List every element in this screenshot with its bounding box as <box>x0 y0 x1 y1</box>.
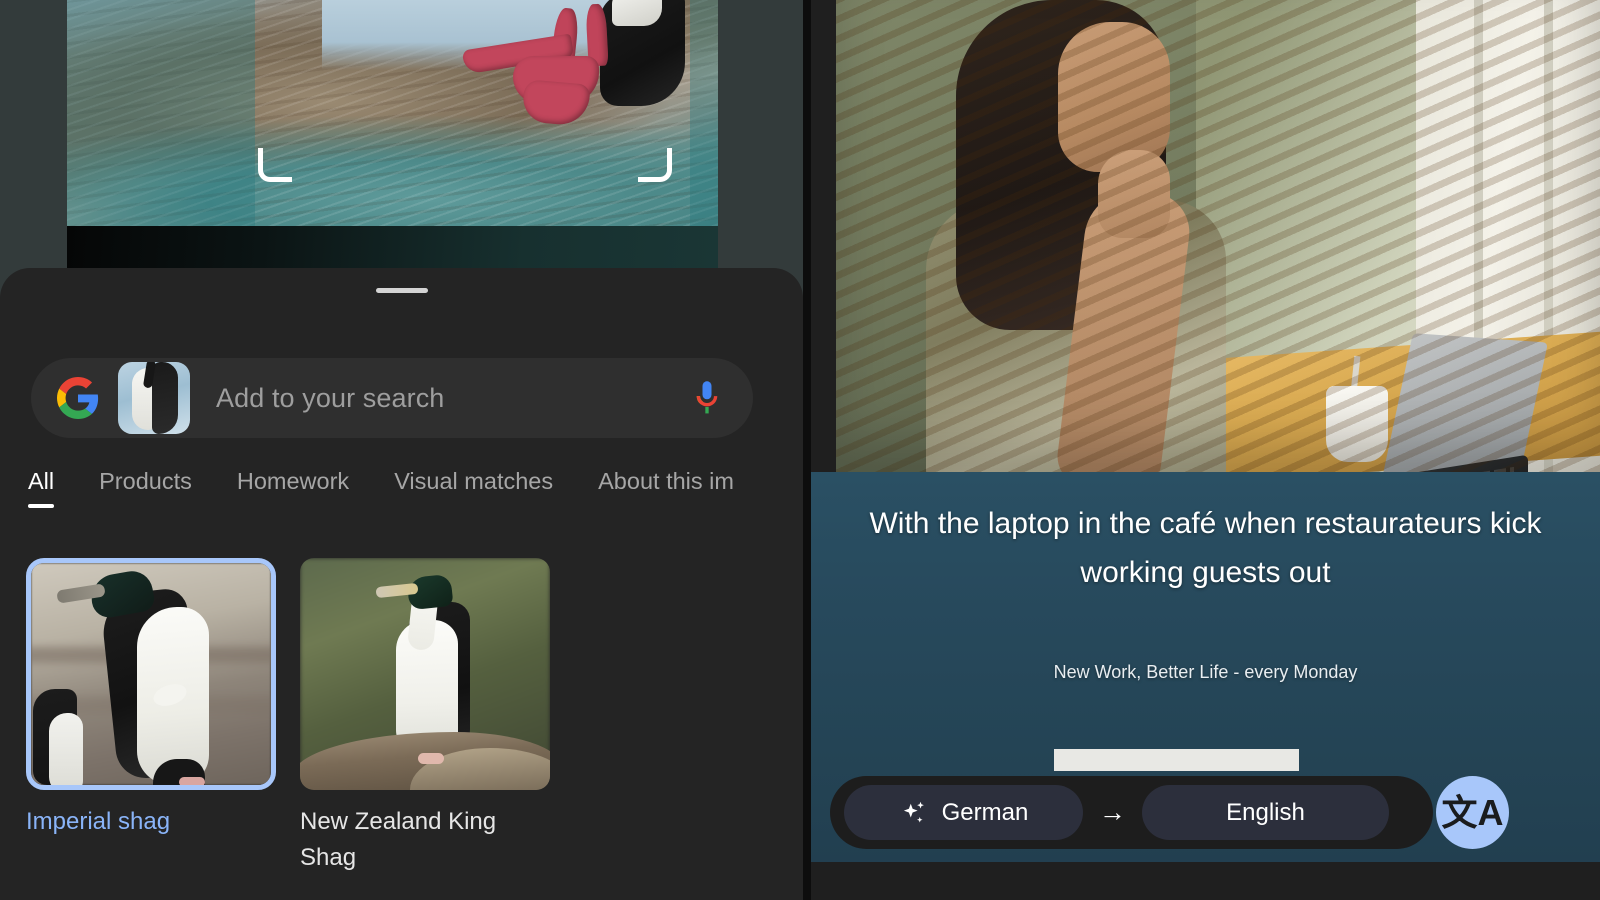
background-bird-white <box>49 713 83 785</box>
sheet-drag-handle[interactable] <box>375 288 428 293</box>
page-element-white-bar <box>1054 749 1299 771</box>
target-language-label: English <box>1226 798 1305 826</box>
lens-bottom-sheet: Add to your search All Products Homework… <box>0 268 803 900</box>
result-thumbnail[interactable] <box>26 558 276 790</box>
tab-homework[interactable]: Homework <box>237 468 349 508</box>
source-language-label: German <box>941 798 1029 826</box>
photo-vignette <box>836 0 1600 472</box>
lens-captured-photo[interactable] <box>67 0 718 226</box>
microphone-icon[interactable] <box>691 380 723 416</box>
thumbnail-bird-dark <box>152 362 178 434</box>
tab-visual-matches[interactable]: Visual matches <box>394 468 553 508</box>
result-card-imperial-shag[interactable]: Imperial shag <box>26 558 276 876</box>
photo-grain <box>67 0 718 226</box>
translate-fab-button[interactable]: 文A <box>1436 776 1509 849</box>
google-lens-panel: Add to your search All Products Homework… <box>0 0 803 900</box>
sparkle-icon <box>903 801 924 823</box>
target-language-button[interactable]: English <box>1142 785 1389 840</box>
bird-foot <box>418 753 444 764</box>
google-g-icon <box>57 377 99 419</box>
result-label[interactable]: New Zealand King Shag <box>300 804 550 876</box>
article-headline: With the laptop in the café when restaur… <box>869 507 1542 589</box>
lens-results-list: Imperial shag New Zealand King Shag <box>26 558 550 876</box>
tab-about-this-image[interactable]: About this im <box>598 468 734 508</box>
result-label[interactable]: Imperial shag <box>26 804 276 840</box>
search-input[interactable]: Add to your search <box>216 383 691 414</box>
article-photo <box>836 0 1600 472</box>
lens-tab-bar[interactable]: All Products Homework Visual matches Abo… <box>28 468 803 526</box>
lens-image-thumbnail[interactable] <box>118 362 190 434</box>
panel-bottom-spacer <box>811 862 1600 900</box>
screen-root: Add to your search All Products Homework… <box>0 0 1600 900</box>
tab-all[interactable]: All <box>28 468 55 508</box>
foreground-bird <box>153 759 205 785</box>
result-thumbnail[interactable] <box>300 558 550 790</box>
tab-products[interactable]: Products <box>99 468 192 508</box>
bird-foot <box>179 777 205 785</box>
crop-corner-bottom-left-icon[interactable] <box>258 148 292 182</box>
crop-corner-bottom-right-icon[interactable] <box>638 148 672 182</box>
article-subline: New Work, Better Life - every Monday <box>1053 662 1358 682</box>
lens-search-bar[interactable]: Add to your search <box>31 358 753 438</box>
translate-language-bar: German → English <box>830 776 1433 849</box>
arrow-right-icon: → <box>1099 797 1126 827</box>
source-language-button[interactable]: German <box>844 785 1083 840</box>
translate-icon: 文A <box>1441 791 1504 833</box>
result-card-nz-king-shag[interactable]: New Zealand King Shag <box>300 558 550 876</box>
